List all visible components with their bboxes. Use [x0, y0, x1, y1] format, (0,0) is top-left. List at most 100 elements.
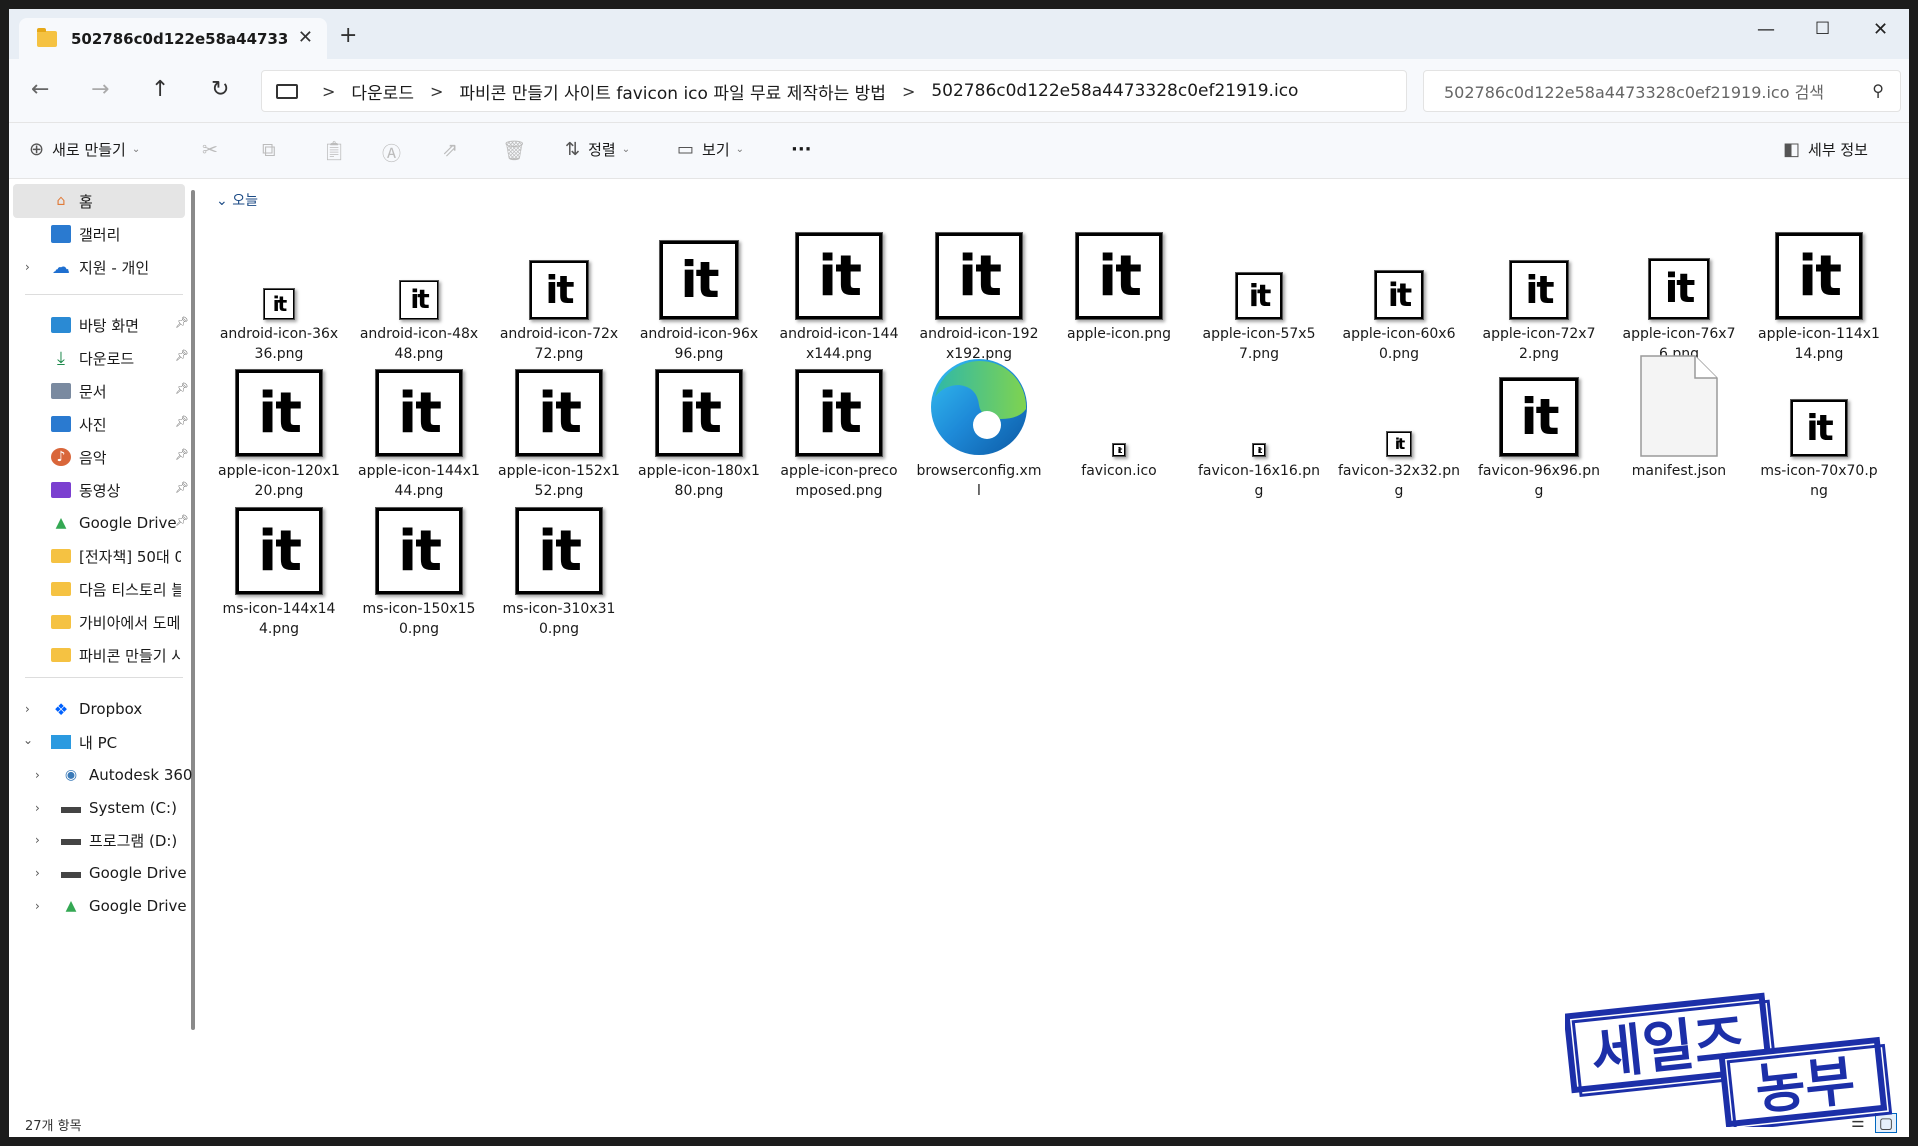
more-options-button[interactable]: ··· [791, 139, 812, 160]
details-pane-button[interactable]: ◧ 세부 정보 [1783, 139, 1868, 160]
refresh-icon[interactable]: ↻ [211, 77, 229, 102]
sidebar-item-onedrive[interactable]: ☁ 지원 - 개인 [51, 250, 149, 284]
forward-arrow-icon[interactable]: → [91, 77, 109, 102]
sort-button[interactable]: ⇅ 정렬 ⌄ [565, 139, 630, 160]
file-item[interactable]: it android-icon-36x36.png [216, 204, 342, 364]
breadcrumb-separator[interactable]: > [430, 82, 443, 101]
breadcrumb-separator[interactable]: > [902, 82, 915, 101]
file-item[interactable]: it apple-icon-72x72.png [1476, 204, 1602, 364]
sidebar-item-quick[interactable]: 파비콘 만들기 사 [51, 638, 193, 672]
sidebar-item-drive[interactable]: ▲ Google Drive [61, 889, 187, 923]
breadcrumb-folder[interactable]: 파비콘 만들기 사이트 favicon ico 파일 무료 제작하는 방법 [459, 79, 886, 104]
sidebar-item-quick[interactable]: 바탕 화면 📌︎ [51, 308, 193, 342]
file-item[interactable]: it favicon-32x32.png [1336, 341, 1462, 501]
sidebar-item-quick[interactable]: 사진 📌︎ [51, 407, 193, 441]
paste-button[interactable]: 📋︎ [322, 139, 346, 162]
view-button[interactable]: ▭ 보기 ⌄ [677, 139, 744, 160]
maximize-button[interactable]: ☐ [1815, 19, 1830, 39]
tab-current[interactable]: 502786c0d122e58a4473328c ✕ [19, 18, 327, 59]
share-button[interactable]: ⇗ [442, 139, 458, 161]
cut-button[interactable]: ✂ [202, 139, 218, 161]
thumbnail-text: it [1375, 271, 1423, 319]
tab-close-icon[interactable]: ✕ [298, 27, 313, 48]
videos-icon [51, 482, 71, 498]
pin-icon[interactable]: 📌︎ [175, 415, 189, 428]
pin-icon[interactable]: 📌︎ [175, 349, 189, 362]
sidebar-item-quick[interactable]: 다음 티스토리 블 [51, 572, 193, 606]
sidebar-item-quick[interactable]: [전자책] 50대 0 [51, 539, 193, 573]
file-item[interactable]: it android-icon-192x192.png [916, 204, 1042, 364]
file-item[interactable]: it apple-icon-57x57.png [1196, 204, 1322, 364]
minimize-button[interactable]: — [1757, 19, 1775, 40]
sidebar-item-quick[interactable]: 동영상 📌︎ [51, 473, 193, 507]
chevron-right-icon[interactable]: › [35, 801, 40, 815]
new-tab-button[interactable]: + [339, 23, 357, 48]
chevron-right-icon[interactable]: › [25, 260, 30, 274]
sidebar-label: 동영상 [79, 481, 121, 500]
sidebar-item-home[interactable]: ⌂ 홈 [13, 184, 185, 218]
sidebar-item-quick[interactable]: ♪ 음악 📌︎ [51, 440, 193, 474]
file-item[interactable]: it apple-icon.png [1056, 204, 1182, 344]
file-item[interactable]: it favicon-16x16.png [1196, 341, 1322, 501]
pin-icon[interactable]: 📌︎ [175, 382, 189, 395]
sidebar-item-quick[interactable]: ▲ Google Drive 📌︎ [51, 506, 193, 540]
breadcrumb[interactable]: > 다운로드 > 파비콘 만들기 사이트 favicon ico 파일 무료 제… [261, 70, 1407, 112]
file-item[interactable]: it apple-icon-precomposed.png [776, 341, 902, 501]
file-item[interactable]: it apple-icon-180x180.png [636, 341, 762, 501]
delete-button[interactable]: 🗑︎ [502, 139, 526, 162]
rename-button[interactable]: Ⓐ [382, 139, 401, 166]
pin-icon[interactable]: 📌︎ [175, 514, 189, 527]
file-item[interactable]: it favicon-96x96.png [1476, 341, 1602, 501]
file-item[interactable]: it apple-icon-120x120.png [216, 341, 342, 501]
sidebar-item-quick[interactable]: 문서 📌︎ [51, 374, 193, 408]
sidebar-item-this-pc[interactable]: 내 PC [51, 725, 117, 759]
file-item[interactable]: it android-icon-96x96.png [636, 204, 762, 364]
sidebar-item-drive[interactable]: Google Drive [61, 856, 187, 890]
close-window-button[interactable]: ✕ [1873, 19, 1888, 40]
file-item[interactable]: it ms-icon-70x70.png [1756, 341, 1882, 501]
sidebar-item-dropbox[interactable]: ❖ Dropbox [51, 692, 142, 726]
chevron-right-icon[interactable]: › [35, 768, 40, 782]
chevron-right-icon[interactable]: › [35, 833, 40, 847]
pin-icon[interactable]: 📌︎ [175, 448, 189, 461]
file-item[interactable]: it android-icon-48x48.png [356, 204, 482, 364]
image-thumbnail: it [1509, 260, 1569, 320]
sidebar-item-quick[interactable]: ⤓ 다운로드 📌︎ [51, 341, 193, 375]
breadcrumb-downloads[interactable]: 다운로드 [351, 79, 414, 104]
sidebar-item-gallery[interactable]: 갤러리 [51, 217, 120, 251]
search-input[interactable]: 502786c0d122e58a4473328c0ef21919.ico 검색 … [1423, 70, 1901, 112]
file-item[interactable]: it android-icon-72x72.png [496, 204, 622, 364]
pin-icon[interactable]: 📌︎ [175, 316, 189, 329]
file-item[interactable]: it apple-icon-144x144.png [356, 341, 482, 501]
file-item[interactable]: it apple-icon-114x114.png [1756, 204, 1882, 364]
file-item[interactable]: it ms-icon-150x150.png [356, 479, 482, 639]
new-button[interactable]: ⊕ 새로 만들기 ⌄ [29, 139, 140, 160]
copy-button[interactable]: ⧉ [262, 139, 276, 161]
chevron-right-icon[interactable]: › [25, 702, 30, 716]
sidebar-item-quick[interactable]: 가비아에서 도메 [51, 605, 193, 639]
file-item[interactable]: it ms-icon-310x310.png [496, 479, 622, 639]
image-thumbnail: it [935, 232, 1023, 320]
file-item[interactable]: it favicon.ico [1056, 341, 1182, 481]
breadcrumb-separator[interactable]: > [322, 82, 335, 101]
file-name: manifest.json [1631, 463, 1727, 479]
file-item[interactable]: browserconfig.xml [916, 341, 1042, 501]
file-item[interactable]: it apple-icon-76x76.png [1616, 204, 1742, 364]
back-arrow-icon[interactable]: ← [31, 77, 49, 102]
file-name: ms-icon-70x70.png [1760, 463, 1878, 499]
file-item[interactable]: it android-icon-144x144.png [776, 204, 902, 364]
pin-icon[interactable]: 📌︎ [175, 481, 189, 494]
folder-icon [37, 27, 57, 47]
file-item[interactable]: manifest.json [1616, 341, 1742, 481]
chevron-right-icon[interactable]: › [35, 899, 40, 913]
sidebar-item-drive[interactable]: 프로그램 (D:) [61, 823, 177, 857]
file-item[interactable]: it apple-icon-152x152.png [496, 341, 622, 501]
file-item[interactable]: it apple-icon-60x60.png [1336, 204, 1462, 364]
sidebar-item-drive[interactable]: System (C:) [61, 791, 177, 825]
breadcrumb-current[interactable]: 502786c0d122e58a4473328c0ef21919.ico [931, 81, 1298, 101]
up-arrow-icon[interactable]: ↑ [151, 77, 169, 102]
file-item[interactable]: it ms-icon-144x144.png [216, 479, 342, 639]
sidebar-item-drive[interactable]: ◉ Autodesk 360 [61, 758, 193, 792]
chevron-right-icon[interactable]: › [35, 866, 40, 880]
chevron-down-icon[interactable]: ⌄ [23, 733, 33, 747]
